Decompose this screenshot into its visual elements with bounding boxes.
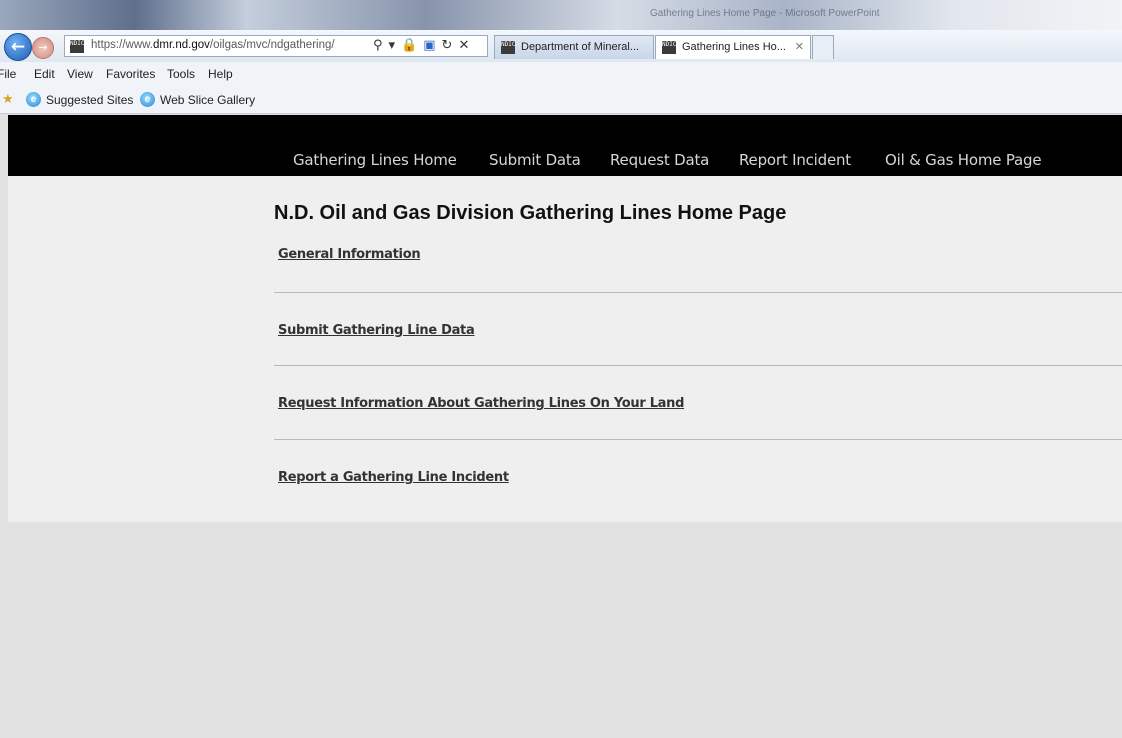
menu-file[interactable]: File (0, 67, 16, 81)
link-request-information[interactable]: Request Information About Gathering Line… (278, 396, 684, 411)
site-header: Gathering Lines Home Submit Data Request… (8, 115, 1122, 176)
back-arrow-icon[interactable]: ← (4, 33, 32, 61)
menu-favorites[interactable]: Favorites (106, 67, 155, 81)
tab-gathering-lines[interactable]: NDIC Gathering Lines Ho... ✕ (655, 35, 811, 59)
tab-label: Gathering Lines Ho... (682, 41, 786, 53)
tab-favicon-icon: NDIC (662, 41, 676, 54)
window-titlebar: Gathering Lines Home Page - Microsoft Po… (0, 0, 1122, 30)
stop-icon[interactable]: ✕ (458, 38, 469, 53)
url-domain: dmr.nd.gov (153, 39, 210, 51)
divider (274, 292, 1122, 293)
site-favicon-icon: NDIC (70, 40, 84, 53)
url-text[interactable]: https://www.dmr.nd.gov/oilgas/mvc/ndgath… (91, 39, 335, 51)
browser-toolbar: ← → NDIC https://www.dmr.nd.gov/oilgas/m… (0, 30, 1122, 62)
refresh-icon[interactable]: ↻ (442, 38, 453, 53)
tab-close-icon[interactable]: ✕ (795, 40, 804, 53)
address-bar[interactable]: NDIC https://www.dmr.nd.gov/oilgas/mvc/n… (64, 35, 488, 57)
search-dropdown-icon[interactable]: ▾ (389, 38, 396, 53)
nav-submit-data[interactable]: Submit Data (489, 151, 581, 169)
tab-favicon-icon: NDIC (501, 41, 515, 54)
lock-icon[interactable]: 🔒 (401, 38, 417, 53)
tab-label: Department of Mineral... (521, 41, 639, 53)
favorite-suggested-sites[interactable]: Suggested Sites (46, 93, 133, 107)
main-content (8, 176, 1122, 522)
divider (274, 439, 1122, 440)
menu-edit[interactable]: Edit (34, 67, 55, 81)
forward-arrow-icon[interactable]: → (32, 37, 54, 59)
link-general-information[interactable]: General Information (278, 247, 421, 262)
page-title: N.D. Oil and Gas Division Gathering Line… (274, 202, 787, 224)
nav-oil-gas-home-page[interactable]: Oil & Gas Home Page (885, 151, 1042, 169)
link-report-incident[interactable]: Report a Gathering Line Incident (278, 470, 509, 485)
nav-gathering-lines-home[interactable]: Gathering Lines Home (293, 151, 457, 169)
nav-request-data[interactable]: Request Data (610, 151, 709, 169)
favorite-web-slice-gallery[interactable]: Web Slice Gallery (160, 93, 255, 107)
ie-icon: e (26, 92, 41, 107)
window-title: Gathering Lines Home Page - Microsoft Po… (650, 8, 880, 19)
menu-bar: File Edit View Favorites Tools Help (0, 62, 1122, 86)
compat-view-icon[interactable]: ▣ (423, 38, 435, 53)
divider (274, 365, 1122, 366)
nav-report-incident[interactable]: Report Incident (739, 151, 851, 169)
link-submit-gathering-line-data[interactable]: Submit Gathering Line Data (278, 323, 475, 338)
tab-department-of-mineral[interactable]: NDIC Department of Mineral... (494, 35, 654, 59)
favorites-star-icon[interactable]: ★ (2, 91, 14, 107)
new-tab-button[interactable] (812, 35, 834, 59)
url-path: /oilgas/mvc/ndgathering/ (209, 39, 335, 51)
address-bar-icons: ⚲ ▾ 🔒 ▣ ↻ ✕ (373, 38, 475, 53)
menu-help[interactable]: Help (208, 67, 233, 81)
search-icon[interactable]: ⚲ (373, 38, 383, 53)
menu-view[interactable]: View (67, 67, 93, 81)
menu-tools[interactable]: Tools (167, 67, 195, 81)
favorites-bar: ★ e Suggested Sites e Web Slice Gallery (0, 86, 1122, 114)
ie-icon: e (140, 92, 155, 107)
url-prefix: https://www. (91, 39, 153, 51)
